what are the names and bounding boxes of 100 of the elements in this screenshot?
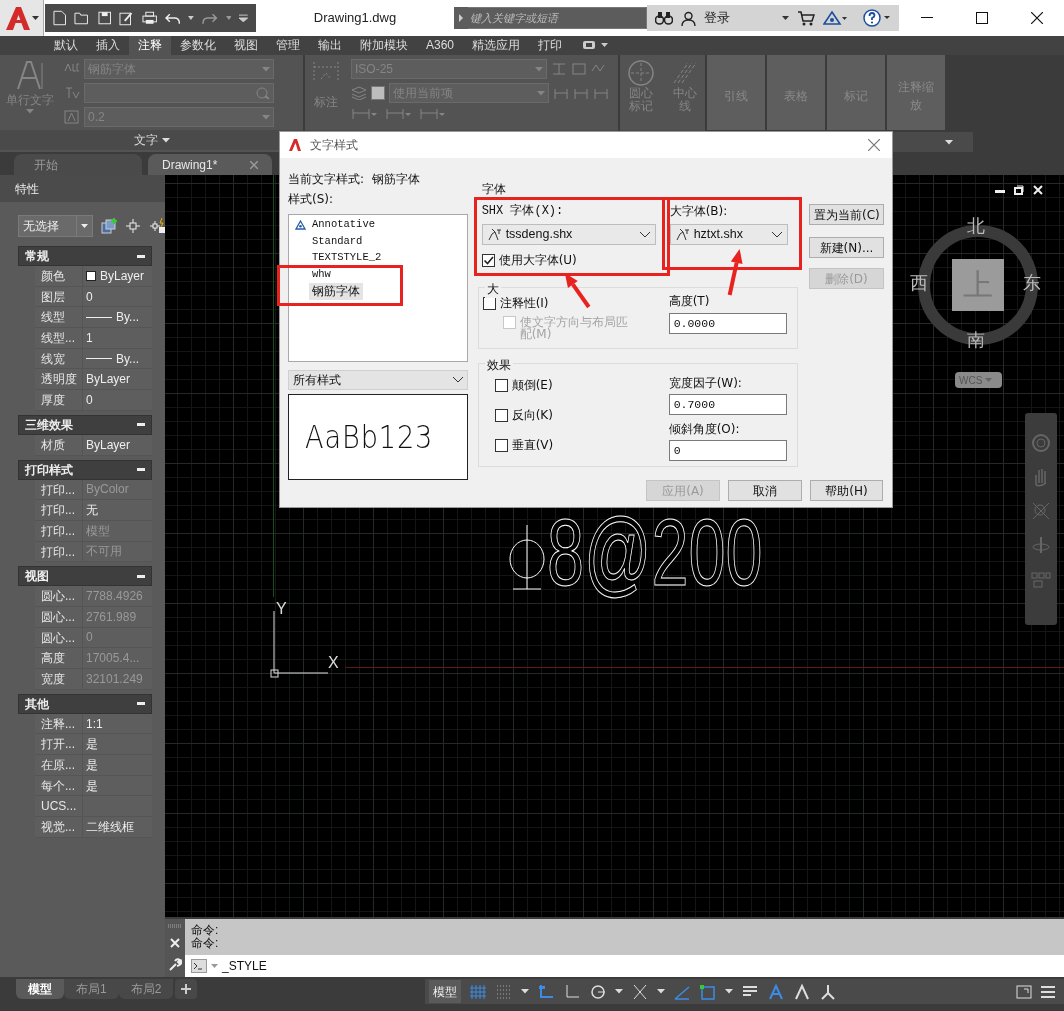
compass-label[interactable]: 东 [1023,274,1041,292]
command-input[interactable]: _STYLE [185,955,1064,977]
caret-icon[interactable] [161,137,170,143]
minimize-icon[interactable] [920,17,933,19]
quick-select-icon[interactable] [101,218,117,234]
customize-menu-icon[interactable] [239,14,248,22]
caret-icon[interactable] [32,15,39,21]
shx-font-dropdown[interactable]: tssdeng.shx [481,224,656,245]
annotation-scale-icon[interactable] [819,982,837,1001]
triangle-icon[interactable] [823,10,847,26]
sign-in-link[interactable]: 登录 [704,8,730,28]
annotation-visibility-icon[interactable] [767,982,785,1001]
wrench-icon[interactable] [168,958,182,972]
style-list-item[interactable]: TEXTSTYLE_2 [309,252,385,264]
compass-label[interactable]: 西 [910,274,928,292]
ribbon-tab[interactable]: 附加模块 [351,36,417,55]
styles-list[interactable]: Annotative Standard TEXTSTYLE_2 whw 钢筋字体 [288,214,468,362]
checkbox[interactable] [494,378,508,392]
ribbon-tab[interactable]: 参数化 [171,36,225,55]
ribbon-tab[interactable]: 注释 [129,36,171,55]
collapse-icon[interactable] [137,702,145,706]
font-icon[interactable] [487,228,502,241]
chevron-icon[interactable] [771,231,782,238]
ribbon-tab[interactable]: 输出 [309,36,351,55]
checkbox[interactable] [481,253,495,267]
dialog-button[interactable]: 新建(N)... [809,237,884,258]
text-height-field[interactable] [84,83,274,103]
clean-screen-icon[interactable] [1016,984,1032,999]
pickadd-icon[interactable] [149,218,165,234]
selection-dropdown[interactable]: 无选择 [18,215,78,237]
application-menu-button[interactable] [0,0,44,36]
add-layout-icon[interactable] [175,979,198,999]
user-icon[interactable] [681,10,696,26]
height-field[interactable]: 0.0000 [668,313,787,334]
angle-icon[interactable] [563,982,581,1001]
panel-title[interactable]: 文字 [133,131,158,149]
dialog-button[interactable]: 取消 [728,480,802,501]
style-list-item[interactable]: Annotative [309,219,378,231]
collapse-icon[interactable] [137,574,145,578]
binoculars-icon[interactable] [655,11,673,25]
caret-icon[interactable] [188,16,195,20]
ribbon-tab[interactable]: A360 [417,36,464,55]
width-factor-field[interactable]: 0.7000 [668,394,787,415]
caret-icon[interactable] [657,989,665,994]
help-icon[interactable] [863,9,891,27]
close-icon[interactable] [1030,12,1043,24]
style-filter-dropdown[interactable]: 所有样式 [288,370,468,390]
grip-icon[interactable] [168,924,182,928]
ribbon-tab[interactable]: 默认 [45,36,87,55]
chevron-icon[interactable] [639,231,650,238]
search-field[interactable]: 键入关键字或短语 [468,7,647,29]
big-font-dropdown[interactable]: hztxt.shx [669,224,788,245]
dialog-button[interactable]: 置为当前(C) [809,204,884,225]
isometric-icon[interactable] [631,982,649,1001]
checkbox[interactable] [494,408,508,422]
caret-icon[interactable] [725,989,733,994]
print-icon[interactable] [141,11,158,25]
polar-icon[interactable] [589,982,607,1001]
group-header[interactable]: 视图 [18,566,152,587]
compass-label[interactable]: 南 [967,331,985,349]
ribbon-tab[interactable]: 精选应用 [463,36,530,55]
menu-icon[interactable] [1040,984,1056,999]
new-file-icon[interactable] [53,10,67,26]
restore-icon[interactable] [1014,185,1024,195]
folder-icon[interactable] [74,11,90,25]
document-tab[interactable]: Drawing1* [148,154,272,175]
chevron-icon[interactable] [452,377,463,383]
ortho-icon[interactable] [537,982,555,1001]
caret-icon[interactable] [945,139,953,145]
checkbox[interactable] [494,438,508,452]
dialog-button[interactable]: 帮助(H) [810,480,883,501]
oblique-angle-field[interactable]: 0 [668,440,787,461]
maximize-icon[interactable] [975,12,988,24]
group-header[interactable]: 三维效果 [18,414,152,435]
font-icon[interactable] [675,228,690,241]
select-objects-icon[interactable] [125,218,141,234]
caret-icon[interactable] [615,989,623,994]
collapse-icon[interactable] [137,423,145,427]
save-icon[interactable] [97,11,112,25]
ribbon-tab[interactable]: 视图 [225,36,267,55]
compass-label[interactable]: 北 [967,217,985,235]
redo-icon[interactable] [202,11,218,25]
style-list-item[interactable]: 钢筋字体 [309,282,363,300]
group-header[interactable]: 常规 [18,246,152,266]
undo-icon[interactable] [165,11,181,25]
model-space-button[interactable]: 模型 [429,980,461,1003]
caret-icon[interactable] [782,16,789,20]
ribbon-tab[interactable]: 管理 [267,36,309,55]
group-header[interactable]: 打印样式 [18,459,152,480]
style-list-item[interactable]: whw [309,268,334,281]
layout-tab[interactable]: 模型 [16,979,64,999]
ribbon-tab[interactable]: 插入 [87,36,129,55]
cart-icon[interactable] [797,10,815,26]
save-as-icon[interactable] [119,10,134,26]
group-header[interactable]: 其他 [18,693,152,714]
collapse-icon[interactable] [137,254,145,258]
dropdown-button[interactable] [77,215,93,237]
caret-icon[interactable] [81,224,89,228]
caret-icon[interactable] [521,989,529,994]
ribbon-tab[interactable]: 打印 [529,36,572,55]
